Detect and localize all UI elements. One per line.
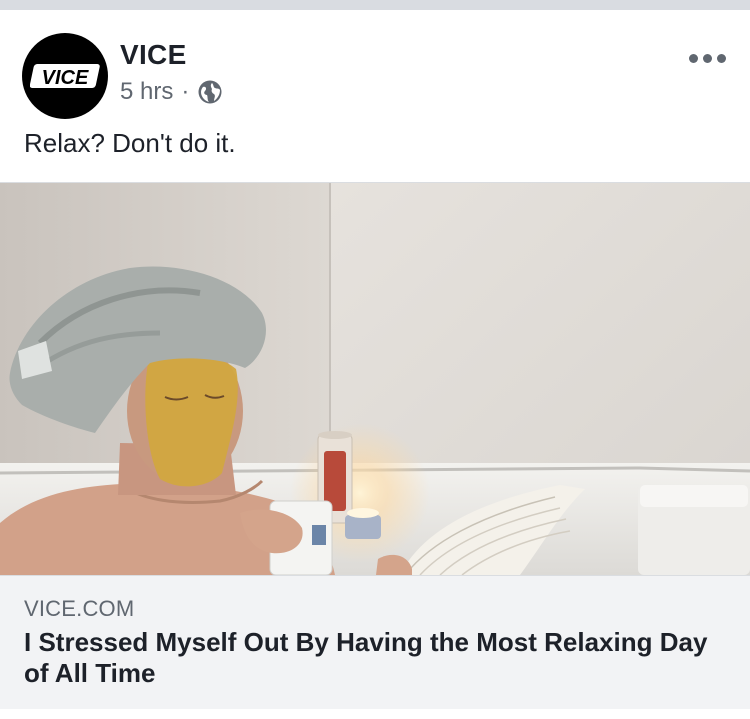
vice-logo-icon: VICE [30,64,100,89]
link-preview-image[interactable] [0,183,750,575]
page-name-link[interactable]: VICE [120,39,187,71]
post-timestamp[interactable]: 5 hrs [120,78,173,106]
link-preview-card[interactable]: VICE.COM I Stressed Myself Out By Having… [0,182,750,709]
more-options-button[interactable] [683,48,732,69]
link-headline[interactable]: I Stressed Myself Out By Having the Most… [24,627,724,689]
ellipsis-dot [703,54,712,63]
post-header: VICE VICE 5 hrs · [0,10,750,120]
post-meta: 5 hrs · [120,78,223,106]
top-divider [0,0,750,10]
bathtub-photo [0,183,750,575]
globe-icon[interactable] [197,79,223,105]
page-avatar[interactable]: VICE [22,33,108,119]
ellipsis-dot [717,54,726,63]
svg-text:VICE: VICE [42,67,89,89]
link-domain: VICE.COM [24,596,135,621]
post-message: Relax? Don't do it. [24,128,236,158]
ellipsis-dot [689,54,698,63]
link-caption[interactable]: VICE.COM I Stressed Myself Out By Having… [0,575,750,709]
meta-separator: · [181,78,190,105]
